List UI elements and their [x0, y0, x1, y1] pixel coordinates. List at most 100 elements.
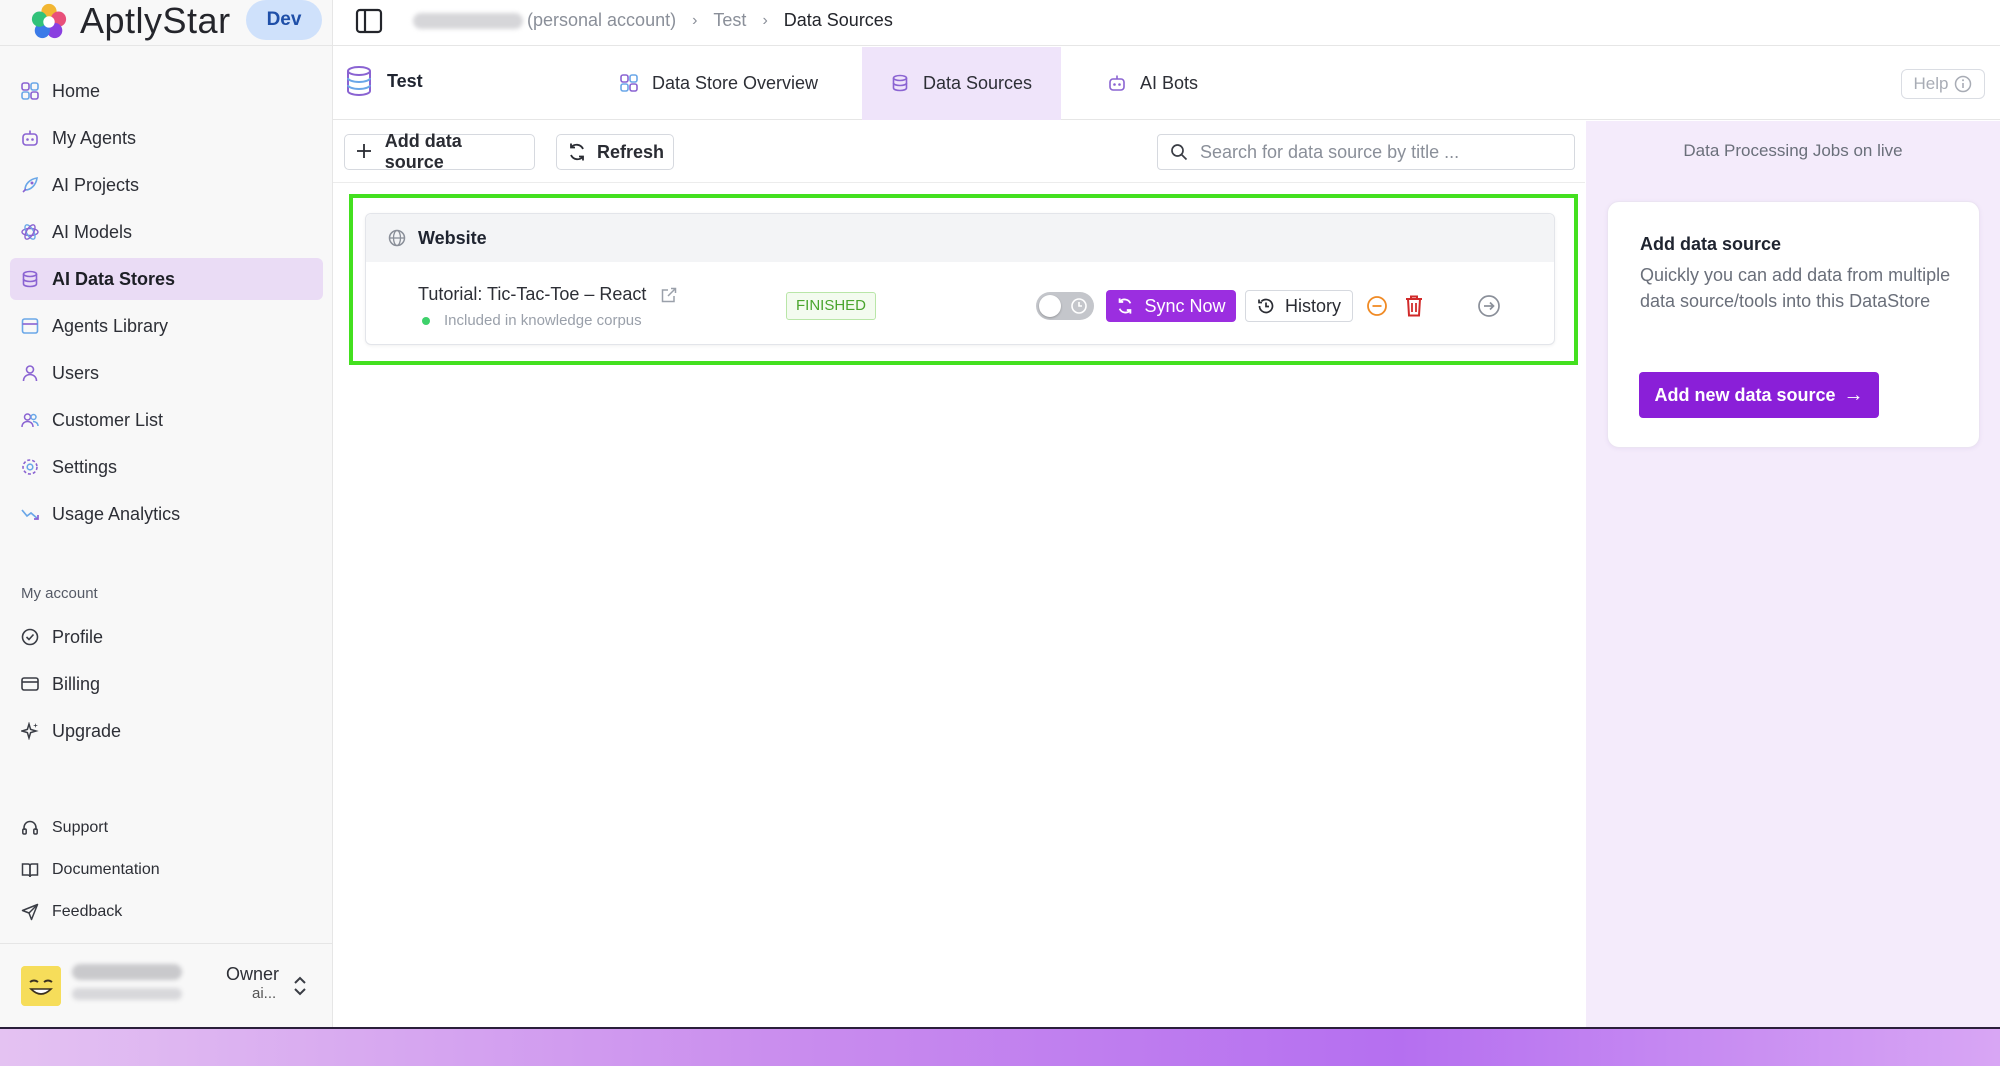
- trash-icon: [1406, 295, 1422, 317]
- sidebar-item-label: Customer List: [52, 409, 164, 430]
- add-data-source-button[interactable]: Add data source: [344, 131, 535, 172]
- robot-icon: [1108, 74, 1128, 94]
- sidebar-item-label: My Agents: [52, 127, 137, 148]
- data-source-title-text[interactable]: Tutorial: Tic-Tac-Toe – React: [418, 284, 646, 305]
- user-switcher[interactable]: Owner ai...: [0, 943, 333, 1027]
- sparkle-icon: [20, 721, 40, 741]
- database-icon: [891, 74, 911, 94]
- history-button[interactable]: History: [1245, 290, 1353, 322]
- gear-icon: [20, 457, 40, 477]
- account-section-title: My account: [21, 585, 98, 602]
- breadcrumb: (personal account) › Test › Data Sources: [413, 10, 893, 31]
- sidebar-item-documentation[interactable]: Documentation: [10, 851, 323, 888]
- database-icon: [20, 269, 40, 289]
- sidebar-item-ai-models[interactable]: AI Models: [10, 211, 323, 253]
- database-icon: [347, 66, 371, 97]
- data-source-group: Website Tutorial: Tic-Tac-Toe – React In…: [365, 213, 1555, 345]
- support-nav: Support Documentation Feedback: [10, 809, 323, 935]
- card-title: Add data source: [1640, 234, 1782, 254]
- atom-icon: [20, 222, 40, 242]
- add-data-source-card: Add data source Quickly you can add data…: [1607, 201, 1980, 448]
- book-icon: [20, 860, 40, 880]
- sidebar-item-users[interactable]: Users: [10, 352, 323, 394]
- chevron-right-icon: ›: [692, 11, 698, 29]
- tab-data-sources[interactable]: Data Sources: [862, 47, 1061, 120]
- search-icon: [1171, 144, 1188, 161]
- external-link-icon[interactable]: [660, 286, 678, 304]
- send-icon: [20, 902, 40, 922]
- sidebar-item-upgrade[interactable]: Upgrade: [10, 710, 323, 752]
- info-icon: [1955, 75, 1972, 93]
- search-input[interactable]: [1200, 141, 1560, 163]
- minus-circle-icon: [1367, 296, 1387, 316]
- refresh-label: Refresh: [597, 141, 665, 162]
- sync-now-button[interactable]: Sync Now: [1106, 290, 1236, 322]
- arrow-right-icon: →: [1843, 383, 1864, 406]
- open-details-button[interactable]: [1476, 293, 1502, 319]
- refresh-icon: [567, 142, 587, 162]
- data-source-subtitle: Included in knowledge corpus: [422, 312, 642, 329]
- sidebar-item-agents-library[interactable]: Agents Library: [10, 305, 323, 347]
- avatar: [21, 966, 61, 1006]
- store-title-group: Test: [345, 65, 423, 97]
- delete-button[interactable]: [1401, 293, 1427, 319]
- robot-icon: [20, 128, 40, 148]
- users-icon: [20, 410, 40, 430]
- help-label: Help: [1913, 74, 1949, 93]
- help-button[interactable]: Help: [1901, 69, 1985, 99]
- sidebar-item-billing[interactable]: Billing: [10, 663, 323, 705]
- add-new-data-source-label: Add new data source: [1654, 384, 1836, 405]
- main-nav: Home My Agents AI Projects AI Models AI …: [10, 70, 323, 540]
- breadcrumb-current: Data Sources: [783, 10, 893, 30]
- history-label: History: [1284, 295, 1341, 316]
- sidebar-item-my-agents[interactable]: My Agents: [10, 117, 323, 159]
- tab-label: Data Store Overview: [651, 73, 819, 93]
- tab-label: AI Bots: [1139, 73, 1199, 93]
- globe-icon: [388, 229, 406, 247]
- sidebar-item-home[interactable]: Home: [10, 70, 323, 112]
- arrow-right-circle-icon: [1478, 295, 1500, 317]
- sidebar-item-feedback[interactable]: Feedback: [10, 893, 323, 930]
- headset-icon: [20, 818, 40, 838]
- logo-icon: [31, 3, 67, 39]
- store-header: Test Data Store Overview Data Sources AI…: [333, 47, 2000, 120]
- add-new-data-source-button[interactable]: Add new data source →: [1639, 372, 1879, 418]
- chevron-up-down-icon: [294, 976, 306, 996]
- sidebar-item-label: AI Models: [52, 221, 133, 242]
- sidebar: AptlyStar Dev Home My Agents AI Projects…: [0, 0, 333, 1027]
- sidebar-item-ai-data-stores[interactable]: AI Data Stores: [10, 258, 323, 300]
- brand-name: AptlyStar: [80, 0, 231, 41]
- rocket-icon: [20, 175, 40, 195]
- sidebar-item-label: Profile: [52, 626, 104, 647]
- remove-button[interactable]: [1364, 293, 1390, 319]
- sidebar-item-usage-analytics[interactable]: Usage Analytics: [10, 493, 323, 535]
- data-source-subtitle-text: Included in knowledge corpus: [444, 312, 642, 329]
- breadcrumb-account[interactable]: (personal account): [527, 10, 676, 31]
- jobs-panel: Data Processing Jobs on live Add data so…: [1586, 121, 2000, 1027]
- sidebar-item-profile[interactable]: Profile: [10, 616, 323, 658]
- schedule-toggle[interactable]: [1036, 292, 1094, 320]
- user-role: Owner: [226, 964, 280, 984]
- sidebar-toggle-icon[interactable]: [355, 7, 383, 35]
- trend-icon: [20, 504, 40, 524]
- sidebar-item-ai-projects[interactable]: AI Projects: [10, 164, 323, 206]
- search-input-wrapper[interactable]: [1157, 134, 1575, 170]
- refresh-button[interactable]: Refresh: [556, 134, 674, 170]
- card-description: Quickly you can add data from multiple d…: [1640, 265, 1951, 311]
- tab-data-store-overview[interactable]: Data Store Overview: [610, 47, 828, 120]
- user-email-tail: ai...: [252, 985, 277, 1002]
- env-badge[interactable]: Dev: [246, 0, 322, 40]
- card-icon: [20, 674, 40, 694]
- sidebar-item-support[interactable]: Support: [10, 809, 323, 846]
- sidebar-item-label: AI Data Stores: [52, 268, 176, 289]
- group-title: Website: [418, 227, 487, 248]
- sidebar-item-customer-list[interactable]: Customer List: [10, 399, 323, 441]
- grid-icon: [620, 73, 640, 94]
- tab-ai-bots[interactable]: AI Bots: [1088, 47, 1218, 120]
- data-source-title: Tutorial: Tic-Tac-Toe – React: [418, 284, 678, 305]
- account-nav: Profile Billing Upgrade: [10, 616, 323, 757]
- sidebar-item-settings[interactable]: Settings: [10, 446, 323, 488]
- jobs-panel-title: Data Processing Jobs on live: [1683, 141, 1903, 160]
- top-bar: (personal account) › Test › Data Sources: [333, 0, 2000, 46]
- breadcrumb-store[interactable]: Test: [713, 10, 746, 31]
